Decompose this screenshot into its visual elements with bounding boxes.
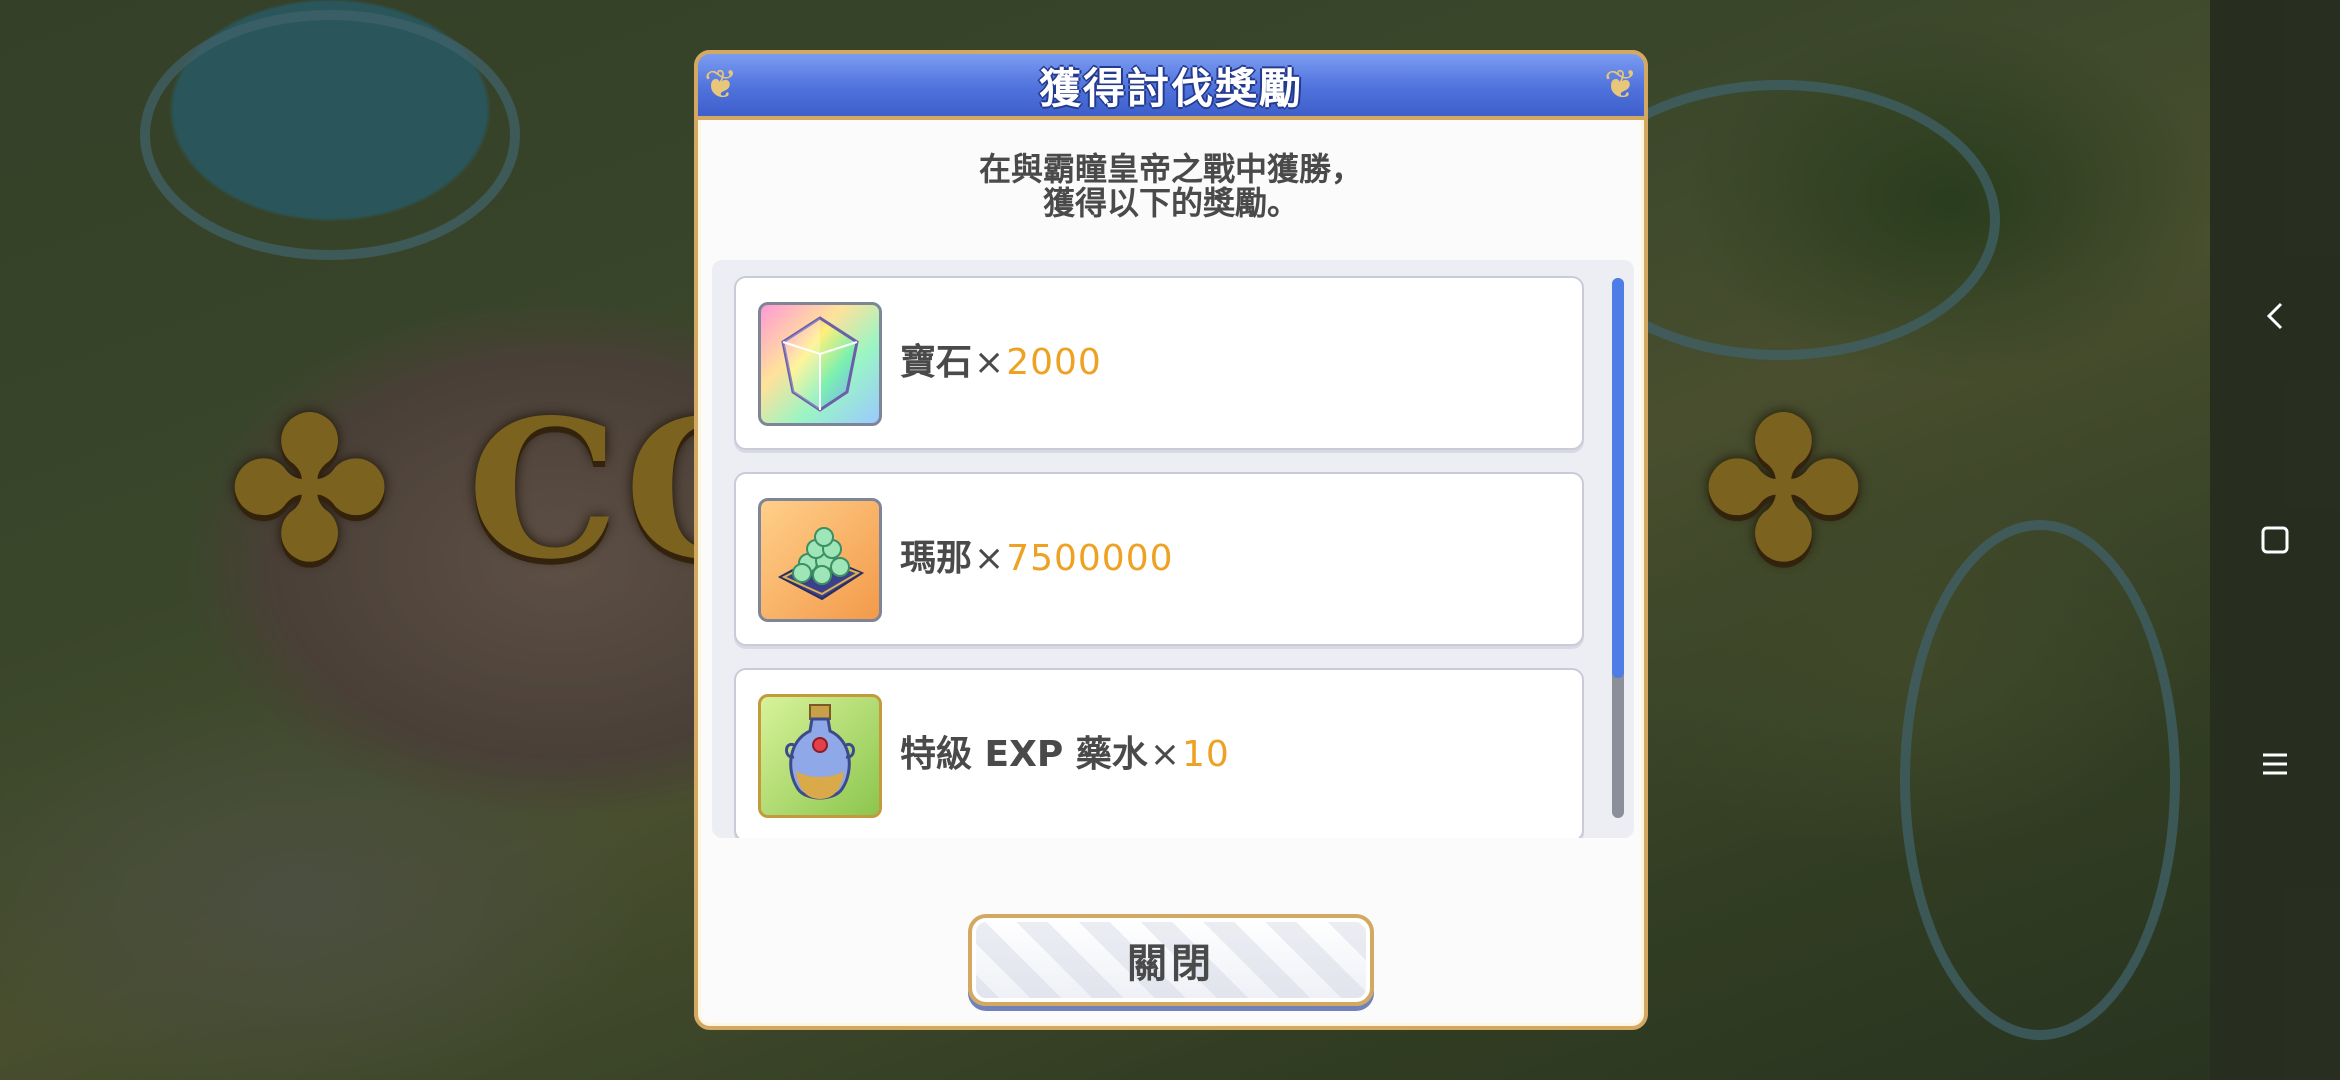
times-sign: × — [1149, 734, 1180, 775]
reward-quantity: 10 — [1181, 734, 1230, 775]
reward-item-gems: 寶石×2000 — [734, 276, 1584, 450]
menu-icon[interactable] — [2245, 734, 2305, 794]
reward-label: 寶石×2000 — [900, 278, 1102, 448]
mana-coins-icon — [758, 498, 882, 622]
dialog-header: ❦ 獲得討伐獎勵 ❦ — [694, 50, 1648, 120]
message-line-2: 獲得以下的獎勵。 — [1042, 184, 1299, 222]
scrollbar-track[interactable] — [1612, 278, 1624, 818]
reward-quantity: 7500000 — [1006, 538, 1174, 579]
exp-potion-icon — [758, 694, 882, 818]
reward-name: 特級 EXP 藥水 — [900, 734, 1148, 775]
ornament-left-icon: ❦ — [704, 62, 738, 108]
message-line-1: 在與霸瞳皇帝之戰中獲勝， — [978, 150, 1363, 188]
home-square-icon[interactable] — [2245, 510, 2305, 570]
rainbow-gem-icon — [758, 302, 882, 426]
times-sign: × — [974, 538, 1005, 579]
reward-name: 瑪那 — [900, 538, 973, 579]
reward-quantity: 2000 — [1006, 342, 1102, 383]
reward-label: 瑪那×7500000 — [900, 474, 1174, 644]
reward-list[interactable]: 寶石×2000 瑪那×7500000 特級 EXP 藥水×10 — [712, 260, 1634, 838]
reward-item-exp-potion: 特級 EXP 藥水×10 — [734, 668, 1584, 838]
reward-dialog: ❦ 獲得討伐獎勵 ❦ 在與霸瞳皇帝之戰中獲勝， 獲得以下的獎勵。 寶石×2000… — [694, 50, 1648, 1030]
close-button[interactable]: 關閉 — [968, 914, 1374, 1006]
times-sign: × — [974, 342, 1005, 383]
back-icon[interactable] — [2245, 286, 2305, 346]
reward-message: 在與霸瞳皇帝之戰中獲勝， 獲得以下的獎勵。 — [698, 152, 1644, 220]
close-button-label: 關閉 — [1127, 941, 1215, 987]
dialog-title: 獲得討伐獎勵 — [1038, 63, 1303, 113]
reward-item-mana: 瑪那×7500000 — [734, 472, 1584, 646]
ornament-right-icon: ❦ — [1604, 62, 1638, 108]
system-navigation-bar — [2210, 0, 2340, 1080]
scrollbar-thumb[interactable] — [1612, 278, 1624, 678]
reward-label: 特級 EXP 藥水×10 — [900, 670, 1230, 838]
reward-name: 寶石 — [900, 342, 973, 383]
